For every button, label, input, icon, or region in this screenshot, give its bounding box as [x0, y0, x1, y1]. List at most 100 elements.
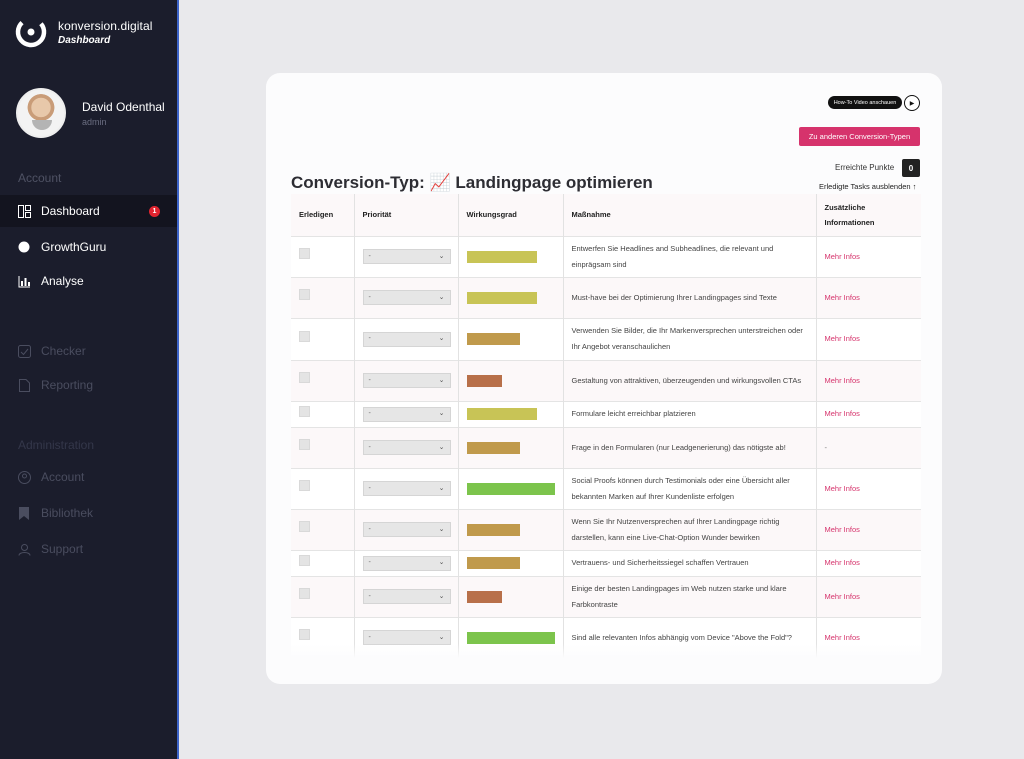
- impact-bar: [466, 250, 537, 263]
- points-value: 0: [902, 159, 920, 177]
- sidebar-item-analyse[interactable]: Analyse: [0, 265, 177, 297]
- chevron-down-icon: ⌄: [438, 592, 445, 600]
- nav-section-account: Account: [18, 171, 62, 185]
- more-info-link[interactable]: Mehr Infos: [825, 293, 860, 302]
- brand-subtitle: Dashboard: [58, 34, 111, 46]
- done-checkbox[interactable]: [299, 405, 310, 417]
- info-cell: Mehr Infos: [816, 276, 921, 318]
- priority-select[interactable]: - ⌄: [362, 522, 451, 537]
- sidebar-item-checker[interactable]: Checker: [0, 335, 177, 367]
- more-info-link[interactable]: Mehr Infos: [825, 376, 860, 385]
- done-checkbox[interactable]: [299, 439, 310, 450]
- more-info-link[interactable]: Mehr Infos: [825, 409, 860, 418]
- more-info-link[interactable]: Mehr Infos: [825, 484, 860, 493]
- priority-select[interactable]: - ⌄: [362, 290, 451, 305]
- content-card: How-To Video anschauen ▶ Zu anderen Conv…: [266, 73, 942, 684]
- play-icon[interactable]: ▶: [904, 95, 920, 111]
- priority-select[interactable]: - ⌄: [362, 440, 451, 455]
- priority-select[interactable]: - ⌄: [362, 481, 451, 496]
- done-checkbox[interactable]: [299, 330, 310, 342]
- column-header-massnahme: Maßnahme: [563, 194, 817, 236]
- document-icon: [17, 378, 31, 392]
- column-header-zusaetzliche-infos: Zusätzliche Informationen: [816, 194, 921, 236]
- logo-icon: [15, 16, 47, 48]
- info-placeholder: -: [824, 442, 828, 452]
- done-cell: [291, 359, 355, 401]
- measure-cell: Gestaltung von attraktiven, überzeugende…: [563, 359, 817, 401]
- done-checkbox[interactable]: [299, 554, 310, 566]
- more-info-link[interactable]: Mehr Infos: [825, 525, 860, 534]
- info-cell: Mehr Infos: [816, 400, 921, 427]
- priority-select[interactable]: - ⌄: [362, 331, 451, 347]
- measure-cell: Vertrauens- und Sicherheitssiegel schaff…: [563, 549, 817, 576]
- table-row: - ⌄ Gestaltung von attraktiven, überzeugen…: [291, 359, 921, 401]
- impact-bar: [466, 374, 502, 387]
- column-header-wirkungsgrad: Wirkungsgrad: [458, 194, 564, 236]
- more-info-link[interactable]: Mehr Infos: [825, 633, 860, 642]
- impact-bar: [466, 333, 520, 345]
- circle-icon: [17, 240, 31, 254]
- priority-select-value: -: [368, 335, 371, 342]
- priority-select-value: -: [368, 559, 371, 566]
- info-cell: Mehr Infos: [816, 235, 921, 277]
- priority-select[interactable]: - ⌄: [362, 373, 451, 388]
- measure-cell: Frage in den Formularen (nur Leadgenerie…: [563, 426, 817, 468]
- done-checkbox[interactable]: [299, 372, 310, 383]
- chevron-down-icon: ⌄: [438, 443, 445, 451]
- impact-bar: [466, 523, 520, 536]
- impact-bar: [466, 291, 537, 304]
- priority-select-value: -: [368, 443, 371, 451]
- impact-bar: [466, 557, 520, 569]
- user-profile[interactable]: David Odenthal admin: [16, 88, 165, 138]
- priority-select[interactable]: - ⌄: [362, 630, 451, 646]
- sidebar-item-account[interactable]: Account: [0, 461, 177, 493]
- impact-bar: [466, 441, 520, 454]
- done-cell: [291, 276, 355, 318]
- priority-cell: - ⌄: [354, 235, 459, 277]
- priority-select[interactable]: - ⌄: [362, 555, 451, 571]
- priority-select[interactable]: - ⌄: [362, 589, 451, 604]
- hide-completed-tasks-toggle[interactable]: Erledigte Tasks ausblenden ↑: [819, 182, 916, 191]
- bookmark-icon: [17, 506, 31, 520]
- priority-select-value: -: [368, 484, 371, 492]
- notification-badge: 1: [149, 206, 160, 217]
- done-checkbox[interactable]: [299, 629, 310, 641]
- done-checkbox[interactable]: [299, 480, 310, 491]
- done-checkbox[interactable]: [299, 289, 310, 300]
- user-name: David Odenthal: [82, 99, 165, 114]
- more-info-link[interactable]: Mehr Infos: [825, 252, 860, 261]
- sidebar-item-label: Analyse: [41, 274, 84, 288]
- chevron-down-icon: ⌄: [438, 376, 445, 384]
- brand[interactable]: konversion.digital Dashboard: [14, 15, 153, 49]
- sidebar-item-bibliothek[interactable]: Bibliothek: [0, 497, 177, 529]
- measure-cell: Verwenden Sie Bilder, die Ihr Markenvers…: [563, 317, 817, 360]
- sidebar-item-reporting[interactable]: Reporting: [0, 369, 177, 401]
- sidebar-item-label: Account: [41, 470, 85, 484]
- priority-select[interactable]: - ⌄: [362, 406, 451, 422]
- more-info-link[interactable]: Mehr Infos: [825, 592, 860, 601]
- sidebar-item-label: Support: [41, 542, 84, 556]
- points-label: Erreichte Punkte: [835, 163, 895, 172]
- done-checkbox[interactable]: [299, 588, 310, 599]
- conversion-types-button[interactable]: Zu anderen Conversion-Typen: [799, 127, 920, 146]
- sidebar-item-growthguru[interactable]: GrowthGuru: [0, 231, 177, 263]
- done-checkbox[interactable]: [299, 248, 310, 259]
- impact-bar: [466, 631, 555, 644]
- impact-cell: [458, 508, 564, 550]
- table-row: - ⌄ Wenn Sie Ihr Nutzenversprechen auf Ihr…: [291, 508, 921, 550]
- done-cell: [291, 400, 355, 427]
- sidebar-item-support[interactable]: Support: [0, 533, 177, 565]
- priority-cell: - ⌄: [354, 508, 459, 550]
- priority-cell: - ⌄: [354, 549, 459, 576]
- table-row: - ⌄ Social Proofs können durch Testimonial…: [291, 467, 921, 509]
- sidebar-item-label: Dashboard: [41, 204, 100, 218]
- more-info-link[interactable]: Mehr Infos: [825, 334, 860, 343]
- info-cell: Mehr Infos: [816, 508, 921, 550]
- more-info-link[interactable]: Mehr Infos: [825, 558, 860, 567]
- priority-select[interactable]: - ⌄: [362, 249, 451, 264]
- sidebar-item-dashboard[interactable]: Dashboard 1: [0, 195, 177, 227]
- dashboard-icon: [17, 204, 31, 218]
- how-to-video-button[interactable]: How-To Video anschauen: [828, 96, 902, 109]
- priority-select-value: -: [368, 252, 371, 260]
- done-checkbox[interactable]: [299, 521, 310, 532]
